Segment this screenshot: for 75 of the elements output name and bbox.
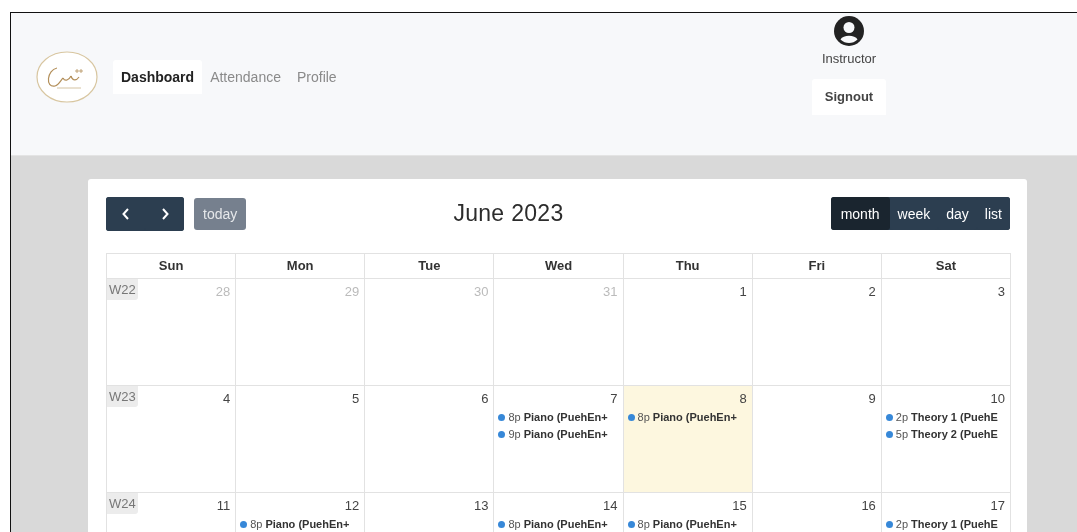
event-title: Theory 2 (PuehE <box>911 428 998 440</box>
day-number: 6 <box>481 390 490 406</box>
event-title: Theory 1 (PuehE <box>911 411 998 423</box>
signout-button[interactable]: Signout <box>811 79 887 115</box>
day-number: 31 <box>603 283 619 299</box>
calendar-event[interactable]: 8p Piano (PuehEn+ <box>240 518 365 530</box>
day-number: 4 <box>222 390 232 406</box>
event-title: Piano (PuehEn+ <box>652 518 737 530</box>
day-number: 30 <box>473 283 490 299</box>
chevron-left-icon <box>121 207 130 220</box>
user-role: Instructor <box>821 51 877 66</box>
event-dot-icon <box>885 413 893 421</box>
week-number: W24 <box>107 493 138 514</box>
event-title: Theory 1 (PuehE <box>911 518 998 530</box>
event-dot-icon <box>498 430 506 438</box>
weekday-header: Fri <box>752 254 882 279</box>
calendar-title: June 2023 <box>453 200 564 227</box>
event-dot-icon <box>627 520 635 528</box>
event-time: 2p <box>895 411 909 423</box>
day-number: 3 <box>997 283 1006 299</box>
event-dot-icon <box>498 520 506 528</box>
day-number: 28 <box>215 283 232 299</box>
event-title: Piano (PuehEn+ <box>265 518 350 530</box>
day-number: 17 <box>990 497 1006 513</box>
weekday-header: Tue <box>365 254 495 279</box>
user-avatar-icon <box>834 16 864 46</box>
calendar-event[interactable]: 9p Piano (PuehEn+ <box>498 428 623 440</box>
nav-tab[interactable]: Dashboard <box>113 60 203 94</box>
weekday-header: Mon <box>236 254 366 279</box>
event-time: 8p <box>637 411 650 423</box>
day-number: 5 <box>352 390 361 406</box>
event-time: 8p <box>637 518 650 530</box>
chevron-right-icon <box>160 207 169 220</box>
day-number: 8 <box>739 390 748 406</box>
day-number: 2 <box>868 283 877 299</box>
event-title: Piano (PuehEn+ <box>523 518 608 530</box>
logo-icon <box>35 50 99 104</box>
day-number: 16 <box>861 497 877 513</box>
calendar-event[interactable]: 2p Theory 1 (PuehE <box>885 411 1010 423</box>
calendar-event[interactable]: 8p Piano (PuehEn+ <box>627 411 752 423</box>
weekday-header: Wed <box>494 254 624 279</box>
view-button[interactable]: month <box>830 197 890 230</box>
event-time: 8p <box>508 411 521 423</box>
calendar-event[interactable]: 8p Piano (PuehEn+ <box>627 518 752 530</box>
day-number: 10 <box>990 390 1006 406</box>
day-number: 11 <box>216 497 232 513</box>
event-title: Piano (PuehEn+ <box>523 411 608 423</box>
event-dot-icon <box>885 520 893 528</box>
calendar-event[interactable]: 8p Piano (PuehEn+ <box>498 411 623 423</box>
week-number: W22 <box>107 279 138 300</box>
event-title: Piano (PuehEn+ <box>523 428 608 440</box>
day-number: 14 <box>603 497 619 513</box>
day-number: 29 <box>344 283 361 299</box>
event-time: 8p <box>250 518 263 530</box>
event-dot-icon <box>498 413 506 421</box>
day-number: 9 <box>868 390 877 406</box>
day-number: 1 <box>739 283 748 299</box>
calendar-event[interactable]: 8p Piano (PuehEn+ <box>498 518 623 530</box>
event-title: Piano (PuehEn+ <box>652 411 737 423</box>
calendar-event[interactable]: 5p Theory 2 (PuehE <box>885 428 1010 440</box>
event-time: 5p <box>895 428 909 440</box>
week-number: W23 <box>107 386 138 407</box>
event-time: 9p <box>508 428 521 440</box>
weekday-header: Thu <box>623 254 753 279</box>
day-number: 15 <box>732 497 748 513</box>
day-number: 12 <box>344 497 361 513</box>
day-number: 13 <box>473 497 490 513</box>
event-dot-icon <box>627 413 635 421</box>
day-number: 7 <box>610 390 619 406</box>
weekday-header: Sat <box>881 254 1011 279</box>
calendar-event[interactable]: 2p Theory 1 (PuehE <box>885 518 1010 530</box>
event-time: 8p <box>508 518 521 530</box>
event-dot-icon <box>240 520 248 528</box>
event-dot-icon <box>885 430 893 438</box>
event-time: 2p <box>895 518 909 530</box>
